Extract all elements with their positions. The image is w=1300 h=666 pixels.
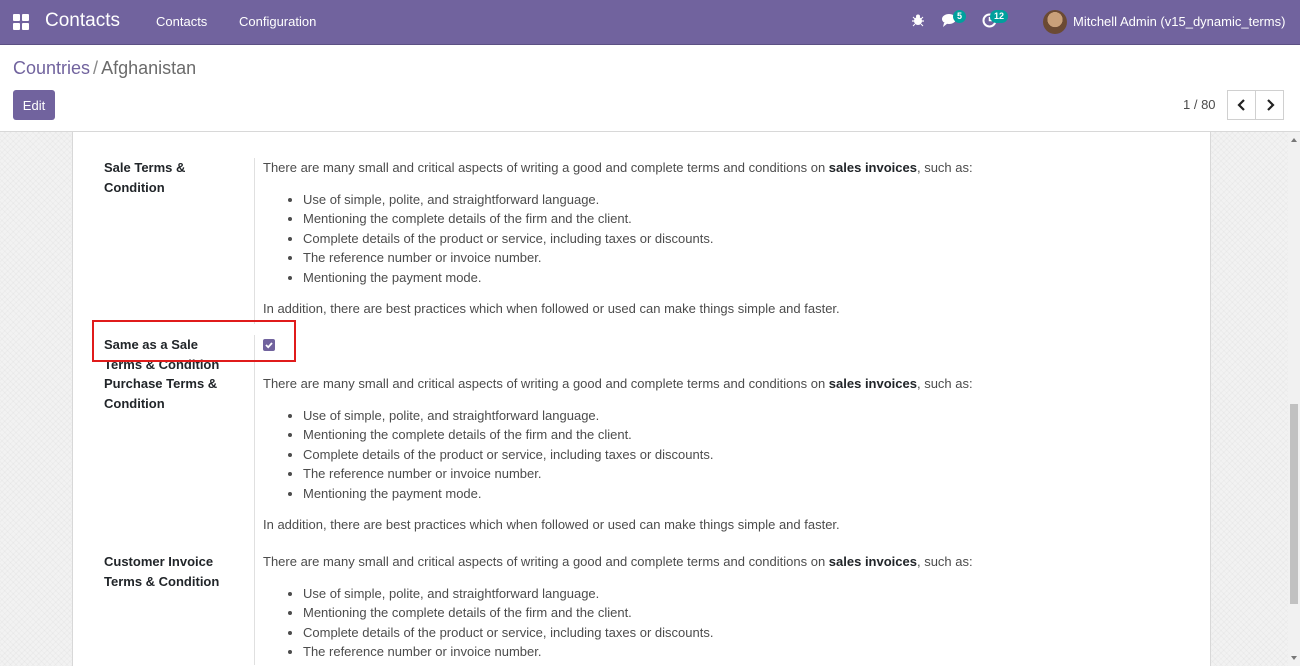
list-item: The reference number or invoice number.	[303, 464, 1163, 484]
field-divider	[254, 158, 255, 324]
chevron-left-icon	[1236, 99, 1245, 111]
pager-next-button[interactable]	[1255, 90, 1284, 120]
list-item: Use of simple, polite, and straightforwa…	[303, 406, 1163, 426]
scroll-down-arrow-icon[interactable]	[1291, 656, 1297, 660]
breadcrumb: Countries / Afghanistan	[13, 58, 196, 79]
field-divider	[254, 335, 255, 665]
scrollbar-thumb[interactable]	[1290, 404, 1298, 604]
breadcrumb-separator: /	[93, 58, 99, 78]
debug-bug-icon[interactable]	[911, 13, 929, 31]
list-item: Mentioning the complete details of the f…	[303, 425, 1163, 445]
list-item: The reference number or invoice number.	[303, 642, 1163, 662]
list-item: Mentioning the payment mode.	[303, 268, 1163, 288]
customer-invoice-terms-label: Customer Invoice Terms & Condition	[104, 554, 220, 589]
app-brand[interactable]: Contacts	[45, 10, 120, 32]
list-item: Mentioning the complete details of the f…	[303, 209, 1163, 229]
annotation-highlight-box	[92, 320, 296, 362]
activities-count-badge: 12	[990, 10, 1009, 23]
list-item: Mentioning the complete details of the f…	[303, 603, 1163, 623]
control-panel: Countries / Afghanistan Edit 1 / 80	[0, 45, 1300, 132]
purchase-terms-field[interactable]: There are many small and critical aspect…	[263, 374, 1163, 535]
sale-terms-field[interactable]: There are many small and critical aspect…	[263, 158, 1163, 319]
breadcrumb-current: Afghanistan	[101, 58, 197, 78]
top-navbar: Contacts Contacts Configuration 5 12 Mit…	[0, 0, 1300, 45]
user-avatar[interactable]	[1043, 10, 1067, 34]
form-view-background: Sale Terms & Condition There are many sm…	[0, 132, 1288, 666]
messages-count-badge: 5	[953, 10, 967, 23]
customer-invoice-terms-field[interactable]: There are many small and critical aspect…	[263, 552, 1163, 666]
scroll-up-arrow-icon[interactable]	[1291, 138, 1297, 142]
list-item: Complete details of the product or servi…	[303, 445, 1163, 465]
pager-previous-button[interactable]	[1227, 90, 1256, 120]
sale-terms-label: Sale Terms & Condition	[104, 160, 186, 195]
list-item: Use of simple, polite, and straightforwa…	[303, 584, 1163, 604]
user-menu[interactable]: Mitchell Admin (v15_dynamic_terms)	[1073, 14, 1285, 29]
breadcrumb-countries-link[interactable]: Countries	[13, 58, 90, 78]
menu-configuration[interactable]: Configuration	[239, 14, 316, 29]
edit-button[interactable]: Edit	[13, 90, 55, 120]
vertical-scrollbar[interactable]	[1288, 132, 1300, 666]
pager-value[interactable]: 1 / 80	[1183, 97, 1216, 112]
chevron-right-icon	[1266, 99, 1275, 111]
app-menu-icon[interactable]	[13, 14, 29, 30]
purchase-terms-label: Purchase Terms & Condition	[104, 376, 218, 411]
list-item: The reference number or invoice number.	[303, 248, 1163, 268]
menu-contacts[interactable]: Contacts	[156, 14, 207, 29]
list-item: Complete details of the product or servi…	[303, 229, 1163, 249]
list-item: Complete details of the product or servi…	[303, 623, 1163, 643]
form-sheet: Sale Terms & Condition There are many sm…	[72, 132, 1211, 666]
list-item: Use of simple, polite, and straightforwa…	[303, 190, 1163, 210]
list-item: Mentioning the payment mode.	[303, 484, 1163, 504]
